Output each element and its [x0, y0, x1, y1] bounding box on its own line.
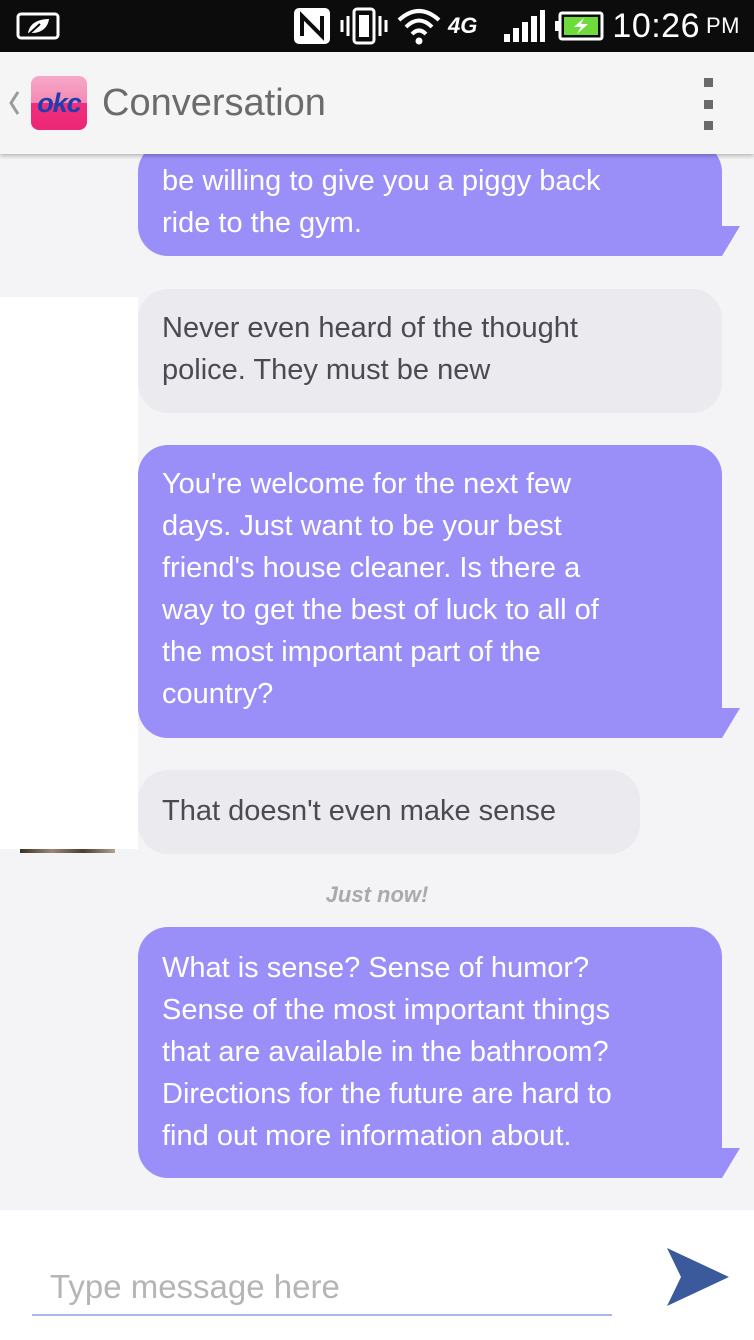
app-logo[interactable]: okc [31, 76, 87, 130]
message-bubble-sent[interactable]: be willing to give you a piggy back ride… [138, 154, 740, 256]
send-button[interactable] [660, 1242, 736, 1312]
message-line: find out more information about. [162, 1120, 572, 1152]
message-line: Never even heard of the thought [162, 312, 578, 344]
nfc-icon [292, 0, 332, 52]
message-bubble-sent[interactable]: You're welcome for the next few days. Ju… [138, 445, 740, 738]
leaf-notification-icon [16, 0, 60, 52]
message-line: What is sense? Sense of humor? [162, 952, 590, 984]
4g-icon: 4G [448, 13, 478, 38]
message-timestamp: Just now! [325, 882, 429, 907]
message-bubble-received[interactable]: That doesn't even make sense [138, 770, 640, 854]
message-line: friend's house cleaner. Is there a [162, 552, 581, 584]
avatar-column [0, 297, 138, 849]
message-line: ride to the gym. [162, 207, 362, 239]
message-line: be willing to give you a piggy back [162, 165, 601, 197]
message-line: Sense of the most important things [162, 994, 611, 1026]
action-bar: okc Conversation [0, 52, 754, 154]
clock-ampm: PM [706, 13, 740, 38]
message-bubble-sent[interactable]: What is sense? Sense of humor? Sense of … [138, 927, 740, 1178]
message-line: the most important part of the [162, 636, 541, 668]
message-bubble-received[interactable]: Never even heard of the thought police. … [138, 289, 722, 413]
overflow-menu-icon[interactable] [698, 78, 718, 130]
battery-charging-icon [554, 0, 604, 52]
message-line: That doesn't even make sense [162, 795, 557, 827]
send-icon [667, 1248, 729, 1306]
message-line: You're welcome for the next few [162, 468, 572, 500]
signal-icon [502, 0, 546, 52]
conversation-thread[interactable]: be willing to give you a piggy back ride… [0, 154, 754, 1210]
message-line: days. Just want to be your best [162, 510, 562, 542]
wifi-icon [396, 0, 442, 52]
message-line: Directions for the future are hard to [162, 1078, 612, 1110]
page-title: Conversation [102, 82, 326, 124]
message-line: police. They must be new [162, 354, 491, 386]
vibrate-icon [340, 0, 388, 52]
avatar[interactable] [20, 849, 115, 853]
message-input[interactable] [32, 1260, 612, 1316]
message-line: that are available in the bathroom? [162, 1036, 609, 1068]
app-logo-text: okc [37, 87, 82, 118]
status-bar: 4G 10:26 PM [0, 0, 754, 52]
compose-bar [0, 1210, 754, 1340]
message-line: country? [162, 678, 274, 710]
message-line: way to get the best of luck to all of [162, 594, 599, 626]
back-chevron-icon[interactable] [6, 80, 22, 126]
status-clock: 10:26 PM [612, 0, 740, 52]
clock-time: 10:26 [612, 6, 700, 45]
